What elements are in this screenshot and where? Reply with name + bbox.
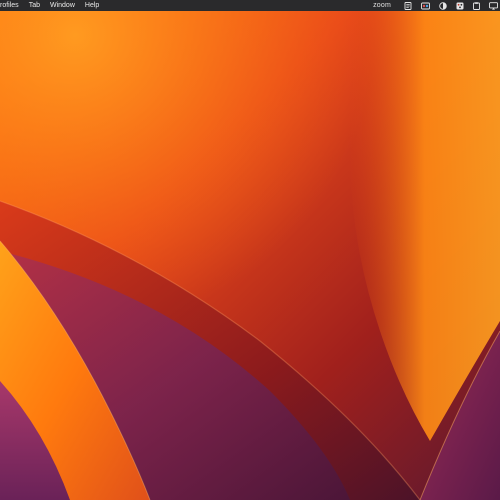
clipboard-icon[interactable] (473, 0, 480, 11)
zoom-status-item[interactable]: zoom (373, 0, 391, 11)
menu-tab[interactable]: Tab (24, 0, 45, 11)
menu-help[interactable]: Help (80, 0, 104, 11)
network-share-icon[interactable] (456, 0, 464, 11)
cast-icon[interactable] (489, 0, 498, 11)
color-picker-icon[interactable] (421, 0, 430, 11)
menu-window[interactable]: Window (45, 0, 80, 11)
desktop-wallpaper (0, 11, 500, 500)
desktop-screen: rofiles Tab Window Help zoom (0, 0, 500, 500)
contrast-icon[interactable] (439, 0, 447, 11)
status-tray: zoom (373, 0, 500, 11)
document-icon[interactable] (404, 0, 412, 11)
app-menus: rofiles Tab Window Help (0, 0, 104, 11)
menu-bar: rofiles Tab Window Help zoom (0, 0, 500, 11)
menu-profiles[interactable]: rofiles (0, 0, 24, 11)
